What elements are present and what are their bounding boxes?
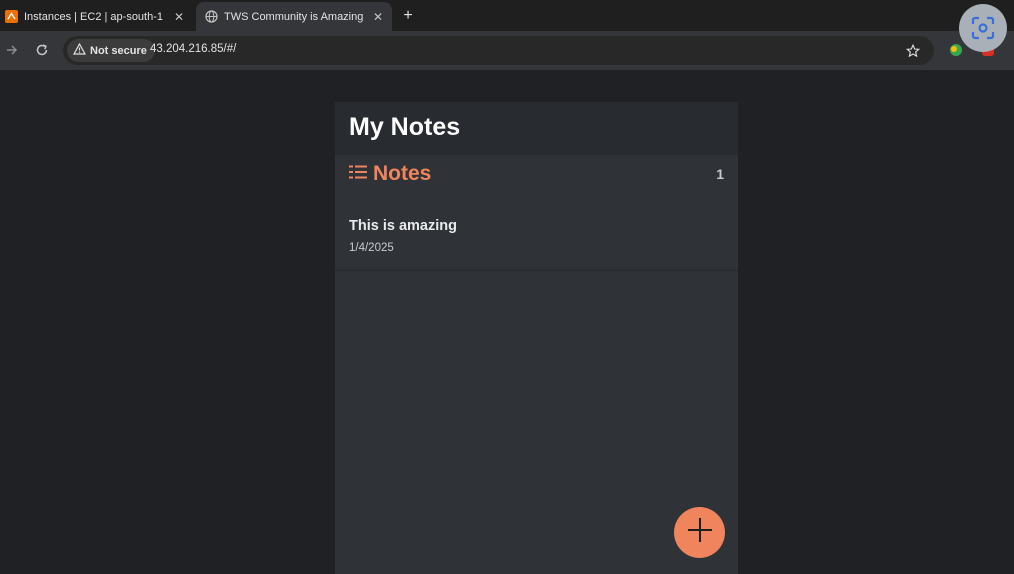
- new-tab-button[interactable]: +: [398, 6, 418, 26]
- forward-arrow-icon[interactable]: [2, 40, 22, 60]
- page-title: My Notes: [349, 113, 461, 141]
- app-header: My Notes: [335, 102, 738, 155]
- bookmark-star-icon[interactable]: [903, 41, 923, 61]
- close-icon[interactable]: ✕: [171, 9, 187, 25]
- note-list-item[interactable]: This is amazing 1/4/2025: [335, 196, 738, 271]
- tab-tws-community[interactable]: TWS Community is Amazing ✕: [196, 2, 392, 31]
- list-icon: [349, 162, 367, 186]
- note-title: This is amazing: [349, 218, 457, 234]
- notes-heading-label: Notes: [373, 162, 432, 185]
- security-indicator[interactable]: Not secure: [67, 39, 155, 62]
- note-date: 1/4/2025: [349, 242, 394, 254]
- add-note-button[interactable]: [674, 507, 725, 558]
- tab-title: Instances | EC2 | ap-south-1: [24, 10, 164, 23]
- notes-app: My Notes Notes 1 This is amazing 1/4/202…: [335, 102, 738, 574]
- warning-icon: [72, 42, 87, 58]
- aws-icon: [4, 10, 18, 24]
- notes-count-badge: 1: [716, 166, 724, 182]
- globe-icon: [204, 10, 218, 24]
- reload-icon[interactable]: [32, 40, 52, 60]
- extension-icon[interactable]: [948, 42, 964, 58]
- tab-strip: Instances | EC2 | ap-south-1 ✕ TWS Commu…: [0, 0, 1014, 31]
- url-text[interactable]: 43.204.216.85/#/: [150, 43, 236, 55]
- notes-section-header: Notes 1: [335, 155, 738, 196]
- page-viewport: My Notes Notes 1 This is amazing 1/4/202…: [0, 70, 1014, 574]
- notes-heading: Notes: [349, 162, 431, 186]
- tab-title: TWS Community is Amazing: [224, 10, 364, 23]
- browser-toolbar: Not secure 43.204.216.85/#/: [0, 4, 1014, 70]
- plus-icon: [686, 516, 714, 549]
- security-label: Not secure: [90, 44, 147, 57]
- lens-search-icon[interactable]: [959, 4, 1007, 52]
- tab-ec2-instances[interactable]: Instances | EC2 | ap-south-1 ✕: [0, 2, 193, 31]
- address-bar[interactable]: Not secure 43.204.216.85/#/: [63, 36, 934, 65]
- close-icon[interactable]: ✕: [370, 9, 386, 25]
